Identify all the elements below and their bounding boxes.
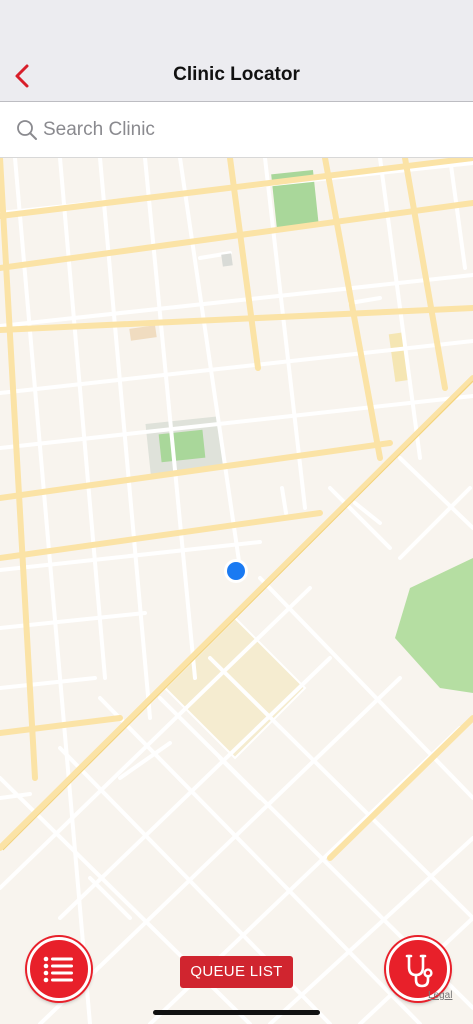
home-indicator <box>153 1010 320 1015</box>
map-view[interactable] <box>0 158 473 1024</box>
list-menu-button[interactable] <box>27 937 91 1001</box>
list-icon <box>43 956 73 983</box>
search-icon <box>17 120 37 140</box>
map-legal-link[interactable]: Legal <box>428 990 452 1001</box>
page-title: Clinic Locator <box>173 64 300 85</box>
navigation-bar: Clinic Locator <box>0 0 473 102</box>
queue-list-button[interactable]: QUEUE LIST <box>180 956 293 988</box>
search-bar <box>0 102 473 158</box>
search-input[interactable] <box>43 114 443 146</box>
